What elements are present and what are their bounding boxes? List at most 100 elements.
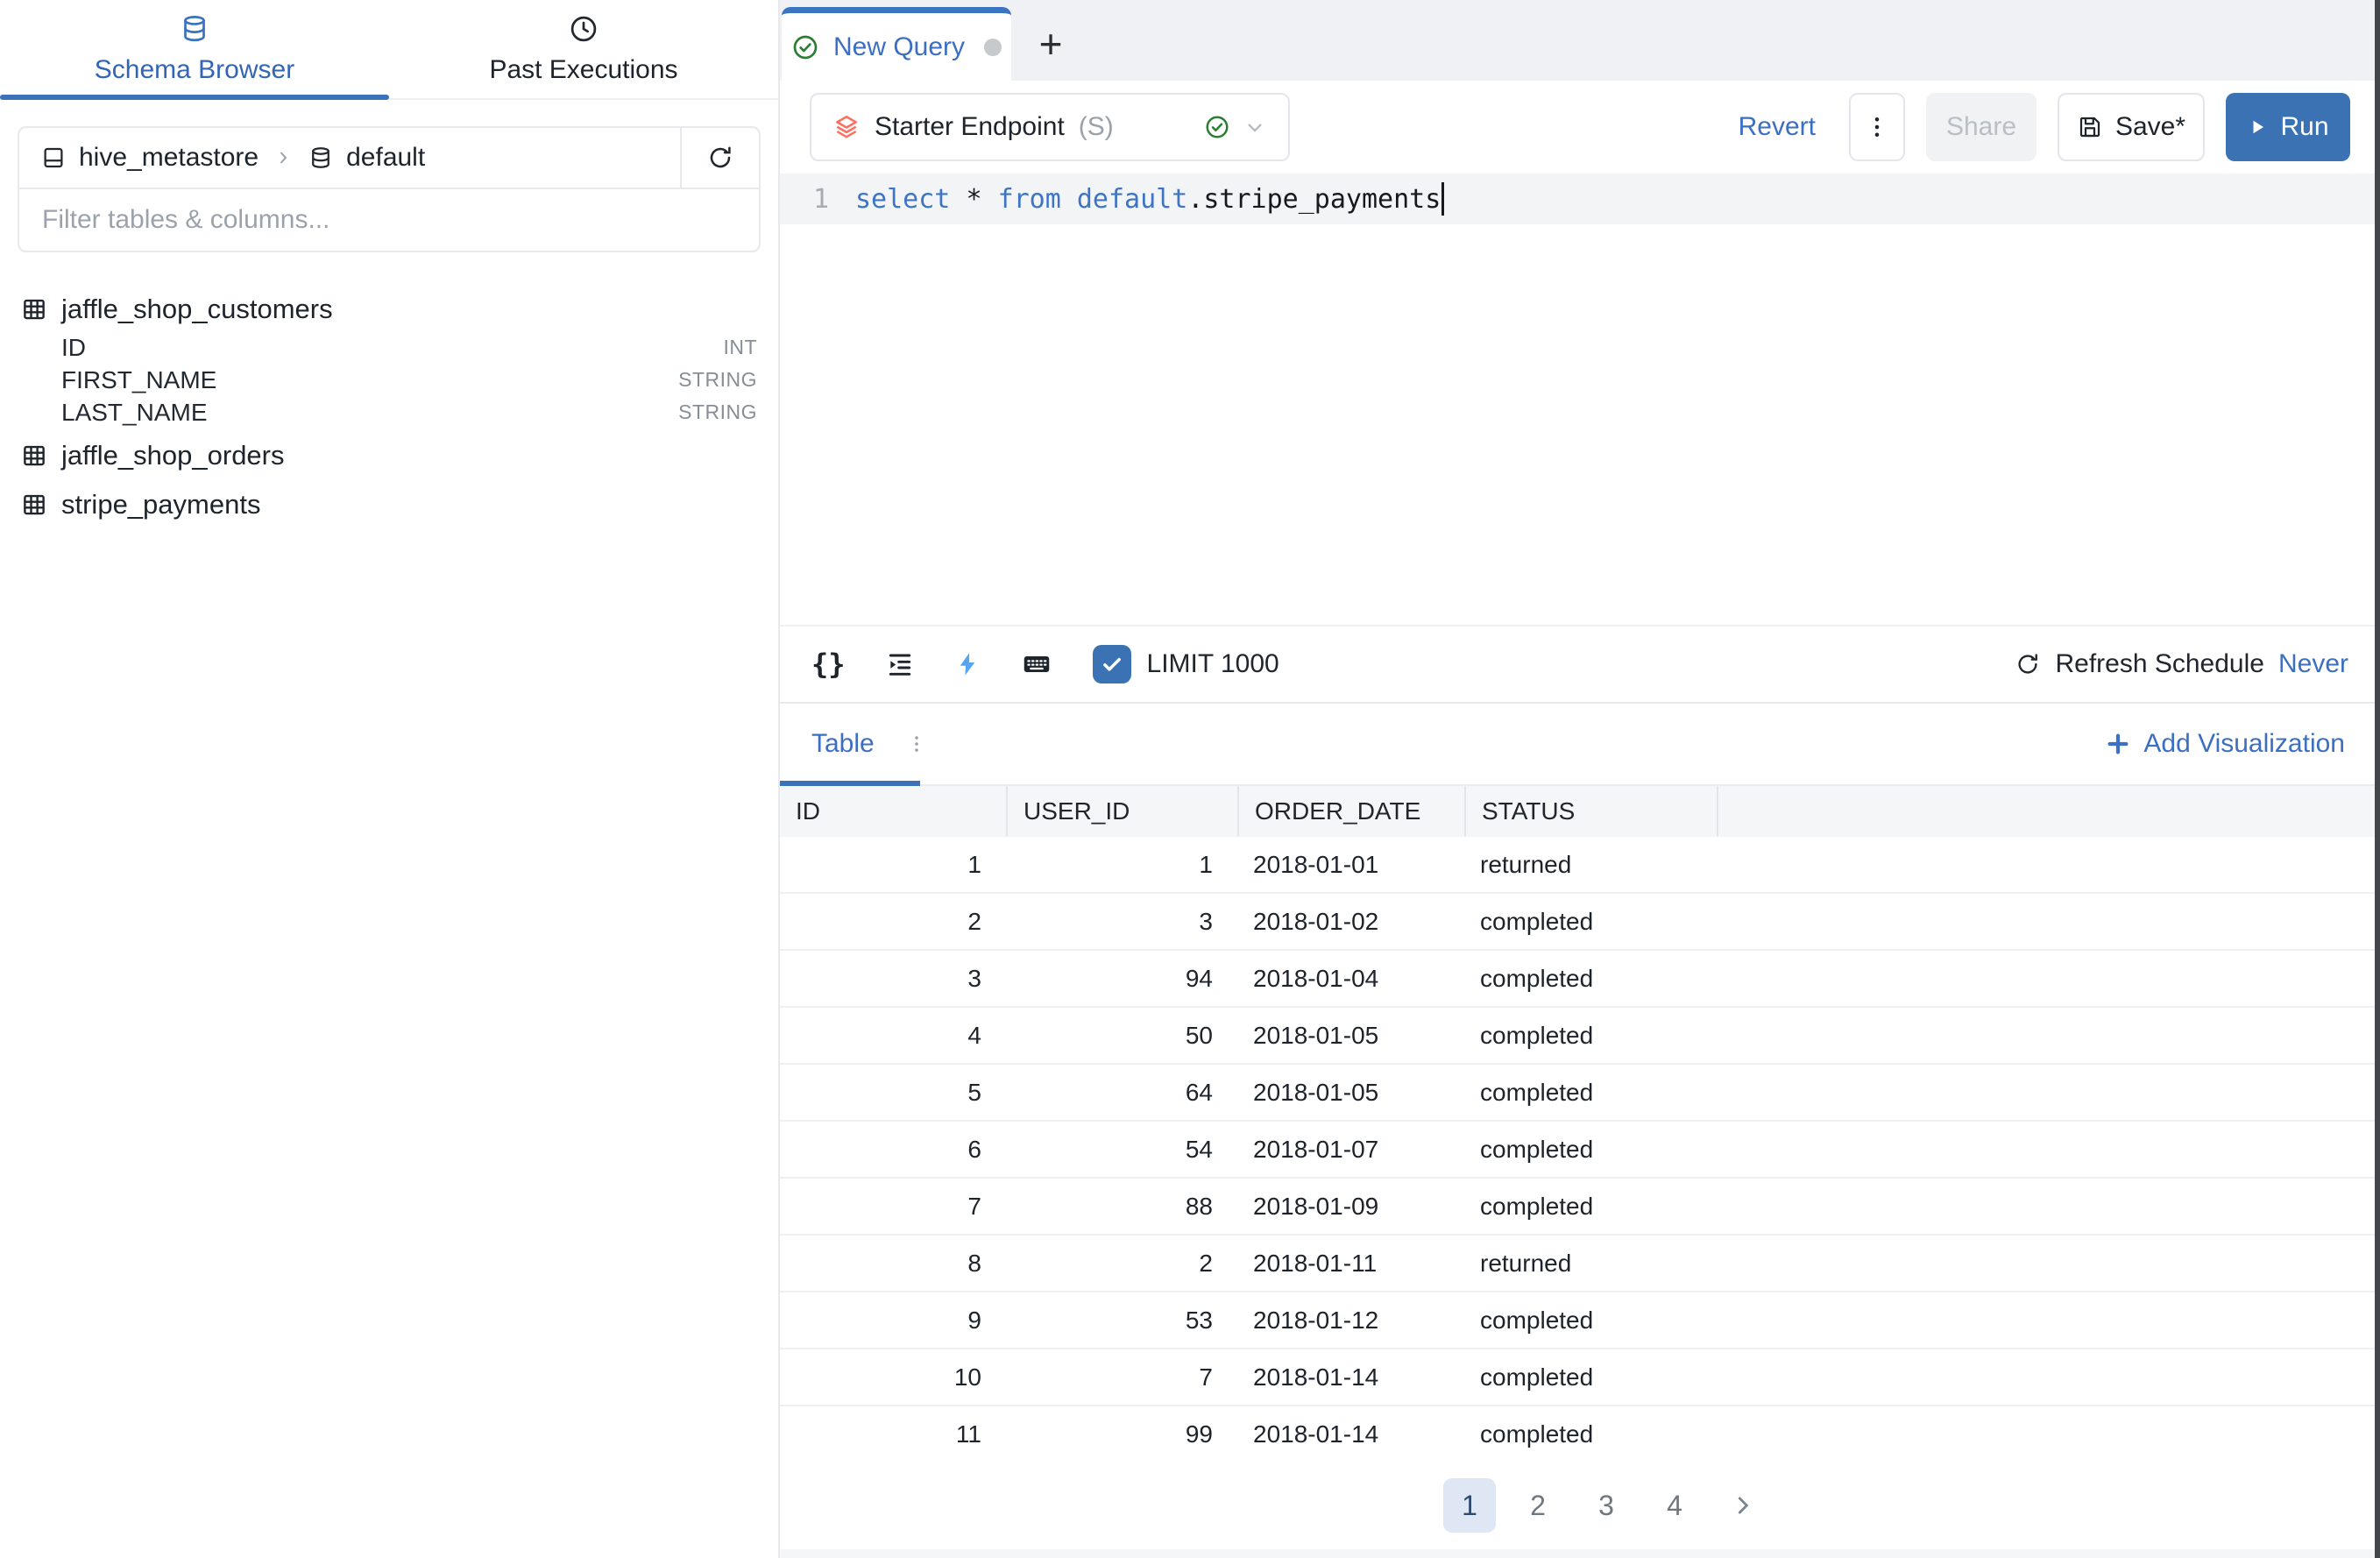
refresh-schedule-icon — [2015, 651, 2041, 677]
run-button[interactable]: Run — [2226, 93, 2350, 161]
share-button[interactable]: Share — [1926, 93, 2036, 161]
sql-editor[interactable]: 1 select * from default.stripe_payments — [780, 174, 2380, 625]
save-button[interactable]: Save* — [2058, 93, 2205, 161]
table-cell: returned — [1464, 1236, 1717, 1291]
table-row: 11992018-01-14completed — [780, 1406, 2380, 1462]
breadcrumb-schema: default — [346, 143, 425, 173]
schema-column-row[interactable]: ID INT — [21, 331, 757, 364]
schema-icon — [308, 145, 334, 171]
plus-icon — [2105, 731, 2131, 757]
table-cell-filler — [1717, 837, 2380, 892]
limit-checkbox[interactable] — [1093, 645, 1131, 683]
page-button[interactable]: 1 — [1443, 1478, 1496, 1533]
refresh-schema-button[interactable] — [680, 128, 759, 188]
column-type: INT — [723, 336, 757, 359]
next-page-button[interactable] — [1717, 1478, 1769, 1533]
table-cell-filler — [1717, 894, 2380, 949]
table-cell: 2018-01-02 — [1237, 894, 1464, 949]
table-cell: 94 — [1006, 951, 1237, 1006]
new-tab-button[interactable]: + — [1011, 7, 1090, 81]
table-row: 5642018-01-05completed — [780, 1065, 2380, 1122]
schema-table-row[interactable]: jaffle_shop_orders — [21, 434, 757, 478]
table-cell: 2018-01-05 — [1237, 1008, 1464, 1063]
breadcrumb-row: hive_metastore default — [18, 126, 761, 189]
table-cell: completed — [1464, 1008, 1717, 1063]
table-cell: 2 — [1006, 1236, 1237, 1291]
table-cell: 2018-01-14 — [1237, 1349, 1464, 1405]
column-type: STRING — [678, 368, 757, 392]
page-button[interactable]: 4 — [1648, 1478, 1701, 1533]
code-line: 1 select * from default.stripe_payments — [780, 174, 2380, 224]
revert-button[interactable]: Revert — [1739, 112, 1816, 142]
save-icon — [2077, 114, 2103, 140]
table-row: 6542018-01-07completed — [780, 1122, 2380, 1179]
code-token: .stripe_payments — [1187, 184, 1441, 215]
endpoint-selector[interactable]: Starter Endpoint (S) — [810, 93, 1290, 161]
results-table-header: IDUSER_IDORDER_DATESTATUS — [780, 786, 2380, 837]
table-cell: 2018-01-07 — [1237, 1122, 1464, 1177]
text-cursor — [1441, 182, 1444, 216]
table-cell: 3 — [780, 951, 1006, 1006]
tab-schema-browser[interactable]: Schema Browser — [0, 0, 389, 98]
table-row: 1072018-01-14completed — [780, 1349, 2380, 1406]
table-cell: 6 — [780, 1122, 1006, 1177]
table-cell: 9 — [780, 1292, 1006, 1348]
save-button-label: Save* — [2115, 112, 2185, 142]
tab-past-executions-label: Past Executions — [489, 55, 677, 85]
play-icon — [2247, 117, 2268, 138]
lightning-icon[interactable] — [954, 651, 981, 677]
column-name: ID — [61, 334, 86, 362]
schema-table-row[interactable]: jaffle_shop_customers — [21, 287, 757, 331]
schema-column-row[interactable]: FIRST_NAME STRING — [21, 364, 757, 396]
endpoint-size-label: (S) — [1079, 112, 1114, 142]
table-row: 9532018-01-12completed — [780, 1292, 2380, 1349]
query-tab-bar: New Query + — [780, 0, 2380, 81]
table-cell: completed — [1464, 1122, 1717, 1177]
code-token: * — [966, 184, 981, 215]
breadcrumb[interactable]: hive_metastore default — [19, 143, 680, 173]
table-cell: 1 — [1006, 837, 1237, 892]
table-cell-filler — [1717, 1292, 2380, 1348]
column-header-filler — [1717, 786, 2380, 837]
column-header: ORDER_DATE — [1237, 786, 1464, 837]
check-circle-icon — [791, 33, 819, 61]
schema-table-name: jaffle_shop_customers — [61, 294, 333, 325]
sidebar-tabs: Schema Browser Past Executions — [0, 0, 778, 100]
page-button[interactable]: 3 — [1580, 1478, 1633, 1533]
table-cell: 11 — [780, 1406, 1006, 1462]
query-menu-button[interactable] — [1849, 93, 1905, 161]
table-cell: 5 — [780, 1065, 1006, 1120]
table-cell: returned — [1464, 837, 1717, 892]
keyboard-shortcuts-icon[interactable] — [1021, 648, 1052, 680]
column-name: FIRST_NAME — [61, 366, 216, 394]
table-grid-icon — [21, 296, 47, 322]
add-visualization-button[interactable]: Add Visualization — [2105, 729, 2380, 759]
table-cell: 3 — [1006, 894, 1237, 949]
code-token: default — [1077, 184, 1187, 215]
tab-new-query[interactable]: New Query — [782, 7, 1011, 81]
tab-schema-browser-label: Schema Browser — [95, 55, 294, 85]
code-text: select * from default.stripe_payments — [855, 182, 1444, 216]
column-header: USER_ID — [1006, 786, 1237, 837]
table-cell-filler — [1717, 1122, 2380, 1177]
tab-past-executions[interactable]: Past Executions — [389, 0, 778, 98]
curly-braces-icon[interactable]: {} — [811, 648, 846, 681]
schema-browser-controls: hive_metastore default — [18, 126, 761, 252]
table-cell: 7 — [780, 1179, 1006, 1234]
code-token: from — [998, 184, 1061, 215]
results-menu-icon[interactable] — [906, 733, 927, 754]
editor-footer: {} — [780, 625, 2380, 704]
limit-label: LIMIT 1000 — [1147, 649, 1279, 679]
table-row: 112018-01-01returned — [780, 837, 2380, 894]
schema-table-row[interactable]: stripe_payments — [21, 483, 757, 527]
breadcrumb-catalog: hive_metastore — [79, 143, 259, 173]
format-indent-icon[interactable] — [886, 650, 914, 678]
page-button[interactable]: 2 — [1512, 1478, 1564, 1533]
schema-table-name: jaffle_shop_orders — [61, 440, 285, 471]
tab-table-results[interactable]: Table — [811, 729, 875, 759]
table-row: 3942018-01-04completed — [780, 951, 2380, 1008]
refresh-schedule-value[interactable]: Never — [2278, 649, 2348, 679]
filter-tables-input[interactable] — [19, 205, 759, 235]
schema-column-row[interactable]: LAST_NAMESTRING — [21, 396, 757, 428]
column-name: LAST_NAME — [61, 399, 208, 427]
